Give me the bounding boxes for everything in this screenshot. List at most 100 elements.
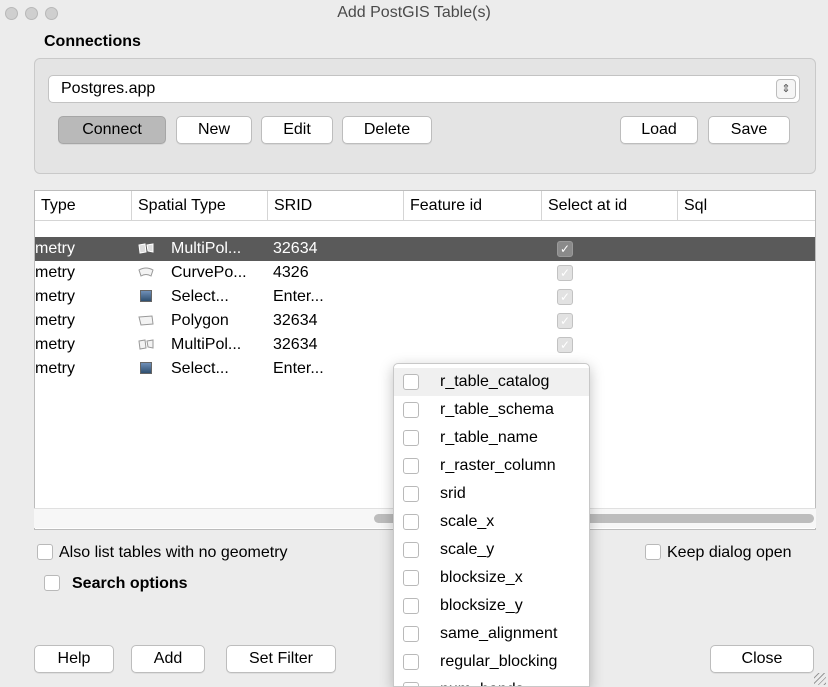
- popup-item[interactable]: blocksize_y: [394, 592, 589, 620]
- close-window-icon[interactable]: [5, 7, 18, 20]
- updown-arrow-icon[interactable]: ⇕: [776, 79, 796, 99]
- column-header-select-at-id[interactable]: Select at id: [541, 191, 677, 221]
- column-chooser-popup[interactable]: r_table_catalog r_table_schema r_table_n…: [393, 363, 590, 687]
- popup-item[interactable]: regular_blocking: [394, 648, 589, 676]
- save-button[interactable]: Save: [708, 116, 790, 144]
- popup-item-label: num_bands: [440, 676, 524, 686]
- srid-cell: 32634: [273, 312, 318, 329]
- popup-item-checkbox[interactable]: [403, 486, 419, 502]
- title-bar: Add PostGIS Table(s): [0, 0, 828, 26]
- connections-group-title: Connections: [44, 33, 141, 50]
- popup-item-label: blocksize_x: [440, 569, 523, 586]
- curvepolygon-icon: [138, 267, 154, 277]
- type-cell: metry: [35, 336, 75, 353]
- spatial-type-cell: MultiPol...: [171, 336, 242, 353]
- type-cell: metry: [35, 288, 75, 305]
- zoom-window-icon[interactable]: [45, 7, 58, 20]
- minimize-window-icon[interactable]: [25, 7, 38, 20]
- column-header-type[interactable]: Type: [35, 191, 131, 221]
- column-header-spatial-type[interactable]: Spatial Type: [131, 191, 267, 221]
- popup-item-checkbox[interactable]: [403, 514, 419, 530]
- type-cell: metry: [35, 360, 75, 377]
- column-header-sql[interactable]: Sql: [677, 191, 817, 221]
- search-options-checkbox[interactable]: [44, 574, 60, 591]
- table-row[interactable]: metry MultiPol... 32634 ✓: [35, 333, 815, 357]
- popup-item-checkbox[interactable]: [403, 430, 419, 446]
- srid-cell: Enter...: [273, 288, 324, 305]
- popup-item[interactable]: same_alignment: [394, 620, 589, 648]
- popup-item[interactable]: scale_y: [394, 536, 589, 564]
- new-button[interactable]: New: [176, 116, 252, 144]
- help-button[interactable]: Help: [34, 645, 114, 673]
- popup-item-checkbox[interactable]: [403, 402, 419, 418]
- multipolygon-icon: [138, 243, 154, 254]
- popup-item-checkbox[interactable]: [403, 654, 419, 670]
- popup-item[interactable]: r_table_name: [394, 424, 589, 452]
- select-at-id-checkbox[interactable]: ✓: [557, 313, 573, 329]
- resize-grip-icon[interactable]: [814, 673, 826, 685]
- spatial-type-cell: Select...: [171, 288, 229, 305]
- keep-open-label: Keep dialog open: [667, 544, 792, 561]
- keep-open-option[interactable]: Keep dialog open: [645, 542, 792, 564]
- popup-item[interactable]: num_bands: [394, 676, 589, 686]
- set-filter-button[interactable]: Set Filter: [226, 645, 336, 673]
- popup-item-checkbox[interactable]: [403, 626, 419, 642]
- type-cell: metry: [35, 312, 75, 329]
- popup-item-label: regular_blocking: [440, 653, 558, 670]
- connection-select-value: Postgres.app: [61, 80, 156, 97]
- table-row[interactable]: metry Polygon 32634 ✓: [35, 309, 815, 333]
- table-row[interactable]: metry MultiPol... 32634 ✓: [35, 237, 815, 261]
- edit-button[interactable]: Edit: [261, 116, 333, 144]
- popup-item-label: scale_x: [440, 513, 495, 530]
- spatial-type-cell: MultiPol...: [171, 240, 242, 257]
- popup-item-checkbox[interactable]: [403, 570, 419, 586]
- popup-item[interactable]: r_table_schema: [394, 396, 589, 424]
- search-options-option[interactable]: Search options: [44, 573, 188, 595]
- also-list-label: Also list tables with no geometry: [59, 544, 288, 561]
- select-at-id-checkbox[interactable]: ✓: [557, 289, 573, 305]
- keep-open-checkbox[interactable]: [645, 543, 661, 560]
- popup-item-checkbox[interactable]: [403, 542, 419, 558]
- spatial-type-cell: Polygon: [171, 312, 229, 329]
- popup-item-checkbox[interactable]: [403, 682, 419, 686]
- popup-item[interactable]: r_table_catalog: [394, 368, 589, 396]
- popup-item[interactable]: blocksize_x: [394, 564, 589, 592]
- close-button[interactable]: Close: [710, 645, 814, 673]
- also-list-checkbox[interactable]: [37, 543, 53, 560]
- window-title: Add PostGIS Table(s): [337, 4, 491, 21]
- popup-item-label: srid: [440, 485, 466, 502]
- srid-cell: 4326: [273, 264, 309, 281]
- srid-cell: Enter...: [273, 360, 324, 377]
- also-list-option[interactable]: Also list tables with no geometry: [37, 542, 288, 564]
- type-cell: metry: [35, 264, 75, 281]
- popup-item-label: r_table_schema: [440, 401, 554, 418]
- popup-item-label: scale_y: [440, 541, 495, 558]
- table-row[interactable]: metry CurvePo... 4326 ✓: [35, 261, 815, 285]
- delete-button[interactable]: Delete: [342, 116, 432, 144]
- table-row[interactable]: metry Select... Enter... ✓: [35, 285, 815, 309]
- table-header: Type Spatial Type SRID Feature id Select…: [35, 191, 815, 221]
- popup-item-label: same_alignment: [440, 625, 558, 642]
- connection-select[interactable]: Postgres.app ⇕: [48, 75, 800, 103]
- search-options-label: Search options: [72, 575, 188, 592]
- connect-button[interactable]: Connect: [58, 116, 166, 144]
- spatial-type-cell: Select...: [171, 360, 229, 377]
- spatial-type-cell: CurvePo...: [171, 264, 247, 281]
- select-at-id-checkbox[interactable]: ✓: [557, 265, 573, 281]
- add-button[interactable]: Add: [131, 645, 205, 673]
- popup-item-label: r_raster_column: [440, 457, 556, 474]
- popup-item-checkbox[interactable]: [403, 458, 419, 474]
- popup-item-checkbox[interactable]: [403, 598, 419, 614]
- select-at-id-checkbox[interactable]: ✓: [557, 241, 573, 257]
- load-button[interactable]: Load: [620, 116, 698, 144]
- popup-item[interactable]: r_raster_column: [394, 452, 589, 480]
- popup-item[interactable]: srid: [394, 480, 589, 508]
- popup-item-checkbox[interactable]: [403, 374, 419, 390]
- popup-item[interactable]: scale_x: [394, 508, 589, 536]
- column-header-feature-id[interactable]: Feature id: [403, 191, 541, 221]
- select-at-id-checkbox[interactable]: ✓: [557, 337, 573, 353]
- popup-item-label: blocksize_y: [440, 597, 523, 614]
- column-header-srid[interactable]: SRID: [267, 191, 403, 221]
- raster-icon: [140, 290, 152, 302]
- popup-item-label: r_table_name: [440, 429, 538, 446]
